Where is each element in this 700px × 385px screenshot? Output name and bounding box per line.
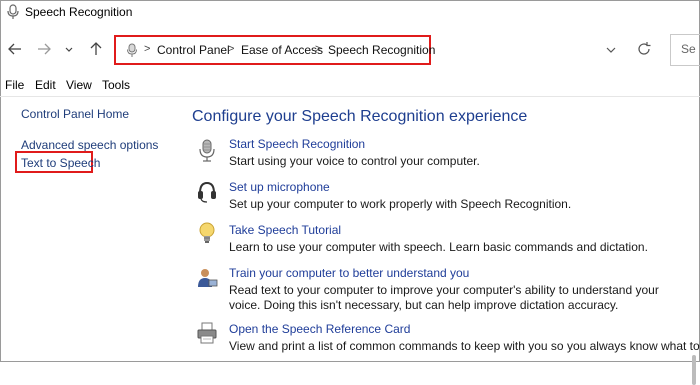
speech-reference-card-desc: View and print a list of common commands… xyxy=(229,339,700,353)
vertical-scrollbar[interactable] xyxy=(690,97,699,385)
microphone-icon xyxy=(7,4,19,19)
start-speech-recognition-link[interactable]: Start Speech Recognition xyxy=(229,137,365,151)
search-placeholder: Se xyxy=(681,42,696,56)
microphone-icon xyxy=(199,139,215,162)
lightbulb-icon xyxy=(199,222,215,243)
arrow-right-icon[interactable] xyxy=(35,40,53,58)
breadcrumb-speech-recognition[interactable]: Speech Recognition xyxy=(328,43,435,57)
set-up-microphone-desc: Set up your computer to work properly wi… xyxy=(229,197,572,211)
menu-bar: File Edit View Tools xyxy=(0,76,700,94)
menu-edit[interactable]: Edit xyxy=(35,78,56,92)
advanced-speech-options-link[interactable]: Advanced speech options xyxy=(21,138,158,152)
set-up-microphone-link[interactable]: Set up microphone xyxy=(229,180,330,194)
scrollbar-thumb[interactable] xyxy=(692,355,696,385)
chevron-down-icon[interactable] xyxy=(63,40,75,58)
breadcrumb-separator-icon: > xyxy=(144,43,151,55)
menu-tools[interactable]: Tools xyxy=(102,78,130,92)
microphone-icon xyxy=(127,43,137,57)
breadcrumb-ease-of-access[interactable]: Ease of Access xyxy=(241,43,323,57)
menu-file[interactable]: File xyxy=(5,78,24,92)
search-box[interactable]: Se xyxy=(670,34,700,66)
address-dropdown-icon[interactable] xyxy=(603,42,619,58)
page-title: Configure your Speech Recognition experi… xyxy=(192,108,528,125)
start-speech-recognition-desc: Start using your voice to control your c… xyxy=(229,154,480,168)
user-training-icon xyxy=(198,269,218,287)
title-bar: Speech Recognition xyxy=(0,0,700,26)
breadcrumb-separator-icon: > xyxy=(228,43,235,55)
menu-view[interactable]: View xyxy=(66,78,92,92)
speech-reference-card-link[interactable]: Open the Speech Reference Card xyxy=(229,322,410,336)
address-bar[interactable]: > Control Panel > Ease of Access > Speec… xyxy=(114,35,435,65)
breadcrumb-control-panel[interactable]: Control Panel xyxy=(157,43,230,57)
breadcrumb-separator-icon: > xyxy=(315,43,322,55)
control-panel-home-link[interactable]: Control Panel Home xyxy=(21,107,129,121)
navigation-bar: > Control Panel > Ease of Access > Speec… xyxy=(0,34,700,66)
menu-divider xyxy=(0,96,700,97)
arrow-left-icon[interactable] xyxy=(6,40,24,58)
window-title: Speech Recognition xyxy=(25,5,133,19)
headset-icon xyxy=(198,181,216,203)
take-speech-tutorial-desc: Learn to use your computer with speech. … xyxy=(229,240,648,254)
printer-icon xyxy=(197,322,217,344)
arrow-up-icon[interactable] xyxy=(87,40,105,58)
refresh-icon[interactable] xyxy=(636,41,652,57)
take-speech-tutorial-link[interactable]: Take Speech Tutorial xyxy=(229,223,341,237)
train-computer-link[interactable]: Train your computer to better understand… xyxy=(229,266,469,280)
train-computer-desc: Read text to your computer to improve yo… xyxy=(229,283,659,312)
text-to-speech-link[interactable]: Text to Speech xyxy=(21,156,100,170)
